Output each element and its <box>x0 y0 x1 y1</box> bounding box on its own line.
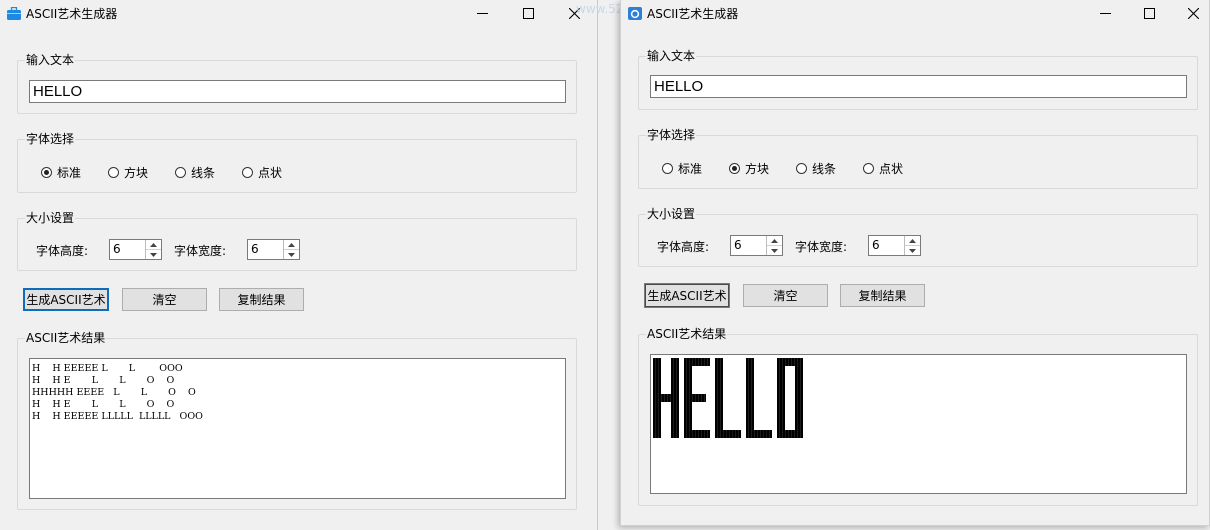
radio-label: 点状 <box>258 166 283 180</box>
font-radio-dot[interactable]: 点状 <box>242 164 282 181</box>
spin-up-icon[interactable] <box>146 240 161 250</box>
generate-ascii-button[interactable]: 生成ASCII艺术 <box>644 283 730 308</box>
font-radio-line[interactable]: 线条 <box>796 160 836 177</box>
font-height-spinner[interactable]: 6 <box>109 239 162 260</box>
input-text-group: 输入文本 HELLO <box>17 51 577 114</box>
spinner-value: 6 <box>734 238 742 252</box>
watermark: www.52 <box>576 2 624 16</box>
group-label: 字体选择 <box>25 130 76 147</box>
clear-button[interactable]: 清空 <box>122 288 207 311</box>
clear-button[interactable]: 清空 <box>743 284 828 307</box>
radio-label: 点状 <box>879 162 904 176</box>
group-label: 大小设置 <box>25 209 76 226</box>
window-title: ASCII艺术生成器 <box>26 7 118 21</box>
group-label: 输入文本 <box>646 47 697 64</box>
radio-label: 标准 <box>678 162 703 176</box>
spin-up-icon[interactable] <box>767 236 782 246</box>
radio-label: 线条 <box>191 166 216 180</box>
briefcase-icon <box>7 7 21 20</box>
radio-label: 线条 <box>812 162 837 176</box>
font-radio-block[interactable]: 方块 <box>108 164 148 181</box>
radio-label: 方块 <box>124 166 149 180</box>
ascii-result-group: ASCII艺术结果 <box>638 325 1198 506</box>
spin-down-icon[interactable] <box>767 246 782 255</box>
font-radio-standard[interactable]: 标准 <box>41 164 81 181</box>
radio-unchecked <box>242 167 253 178</box>
ascii-result-group: ASCII艺术结果 H H EEEEE L L OOO H H E L L O … <box>17 329 577 510</box>
spin-down-icon[interactable] <box>905 246 920 255</box>
group-label: 输入文本 <box>25 51 76 68</box>
spin-down-icon[interactable] <box>284 250 299 259</box>
block-letter-h <box>653 358 679 438</box>
font-width-label: 字体宽度: <box>795 240 848 254</box>
spinner-buttons <box>904 236 920 255</box>
font-height-spinner[interactable]: 6 <box>730 235 783 256</box>
radio-checked <box>41 167 52 178</box>
minimize-icon[interactable] <box>1094 2 1116 24</box>
size-settings-group: 大小设置 字体高度: 6 字体宽度: 6 <box>17 209 577 271</box>
size-settings-group: 大小设置 字体高度: 6 字体宽度: 6 <box>638 205 1198 267</box>
font-width-spinner[interactable]: 6 <box>868 235 921 256</box>
radio-label: 方块 <box>745 162 770 176</box>
radio-unchecked <box>108 167 119 178</box>
spinner-value: 6 <box>251 242 259 256</box>
block-letter-art <box>653 358 803 438</box>
font-radio-block[interactable]: 方块 <box>729 160 769 177</box>
close-icon[interactable] <box>1182 2 1204 24</box>
spin-down-icon[interactable] <box>146 250 161 259</box>
font-radio-standard[interactable]: 标准 <box>662 160 702 177</box>
ascii-result-textarea[interactable] <box>650 354 1187 494</box>
font-select-group: 字体选择 标准 方块 线条 点状 <box>638 126 1198 189</box>
font-radio-dot[interactable]: 点状 <box>863 160 903 177</box>
group-label: 字体选择 <box>646 126 697 143</box>
spin-up-icon[interactable] <box>284 240 299 250</box>
input-text-group: 输入文本 HELLO <box>638 47 1198 110</box>
minimize-icon[interactable] <box>471 2 493 24</box>
font-select-group: 字体选择 标准 方块 线条 点状 <box>17 130 577 193</box>
window-title: ASCII艺术生成器 <box>647 7 739 21</box>
radio-checked <box>729 163 740 174</box>
spinner-buttons <box>766 236 782 255</box>
block-letter-l <box>715 358 741 438</box>
ascii-result-textarea[interactable]: H H EEEEE L L OOO H H E L L O O HHHHH EE… <box>29 358 566 499</box>
ascii-generator-window-standard: ASCII艺术生成器 输入文本 HELLO 字体选择 标准 方块 线条 点状 大… <box>0 0 598 530</box>
maximize-icon[interactable] <box>517 2 539 24</box>
spin-up-icon[interactable] <box>905 236 920 246</box>
title-bar[interactable]: ASCII艺术生成器 <box>621 0 1209 28</box>
block-letter-l <box>746 358 772 438</box>
radio-unchecked <box>662 163 673 174</box>
spinner-buttons <box>145 240 161 259</box>
camera-icon <box>628 7 642 20</box>
ascii-generator-window-block: ASCII艺术生成器 输入文本 HELLO 字体选择 标准 方块 线条 点状 大… <box>620 0 1210 526</box>
maximize-icon[interactable] <box>1138 2 1160 24</box>
spinner-value: 6 <box>113 242 121 256</box>
title-bar[interactable]: ASCII艺术生成器 <box>0 0 597 28</box>
spinner-buttons <box>283 240 299 259</box>
generate-ascii-button[interactable]: 生成ASCII艺术 <box>23 288 109 311</box>
ascii-result-text: H H EEEEE L L OOO H H E L L O O HHHHH EE… <box>32 363 203 422</box>
font-height-label: 字体高度: <box>36 244 89 258</box>
radio-unchecked <box>863 163 874 174</box>
font-width-spinner[interactable]: 6 <box>247 239 300 260</box>
font-height-label: 字体高度: <box>657 240 710 254</box>
block-letter-o <box>777 358 803 438</box>
spinner-value: 6 <box>872 238 880 252</box>
text-input[interactable]: HELLO <box>650 75 1187 98</box>
font-radio-line[interactable]: 线条 <box>175 164 215 181</box>
copy-result-button[interactable]: 复制结果 <box>219 288 304 311</box>
copy-result-button[interactable]: 复制结果 <box>840 284 925 307</box>
block-letter-e <box>684 358 710 438</box>
group-label: ASCII艺术结果 <box>646 325 728 342</box>
font-width-label: 字体宽度: <box>174 244 227 258</box>
radio-label: 标准 <box>57 166 82 180</box>
group-label: ASCII艺术结果 <box>25 329 107 346</box>
group-label: 大小设置 <box>646 205 697 222</box>
radio-unchecked <box>796 163 807 174</box>
text-input[interactable]: HELLO <box>29 80 566 103</box>
radio-unchecked <box>175 167 186 178</box>
